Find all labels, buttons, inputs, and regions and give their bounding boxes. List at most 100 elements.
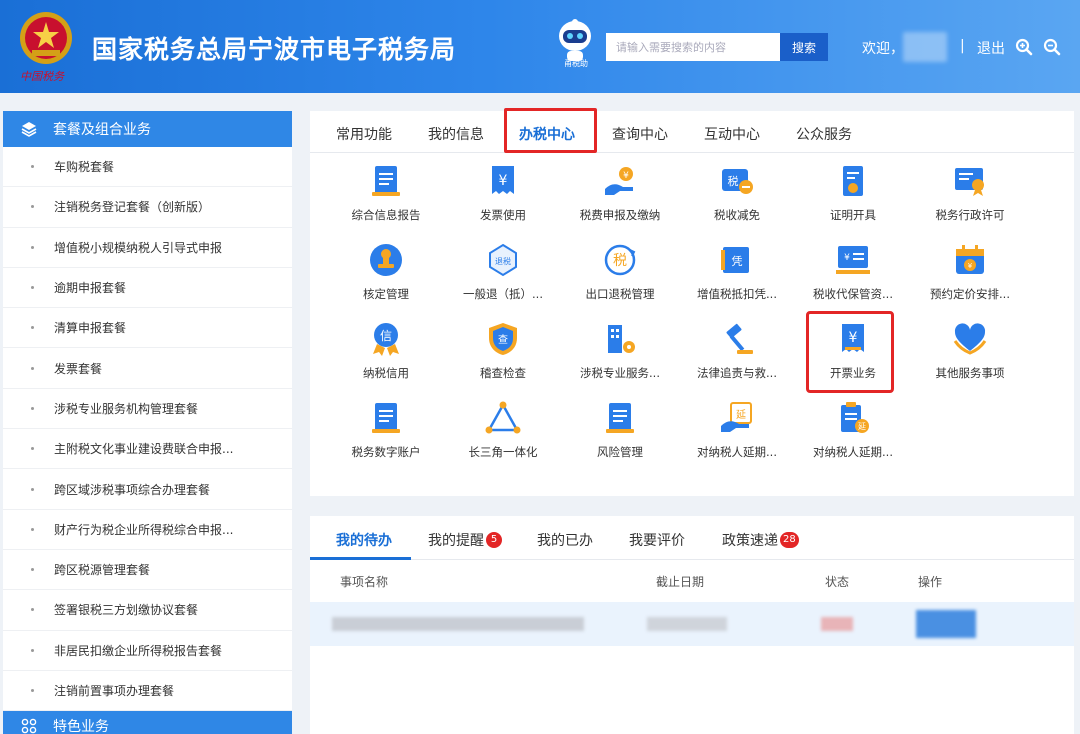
service-item[interactable]: 风险管理 bbox=[562, 400, 678, 474]
sidebar-header-label: 套餐及组合业务 bbox=[53, 122, 151, 138]
sidebar-item[interactable]: 清算申报套餐 bbox=[3, 308, 292, 349]
sidebar-item-label: 注销税务登记套餐（创新版） bbox=[54, 200, 211, 215]
welcome-text: 欢迎， bbox=[862, 41, 904, 57]
svg-text:税: 税 bbox=[613, 253, 627, 269]
zoom-out-icon[interactable] bbox=[1043, 38, 1061, 56]
sidebar-item-label: 财产行为税企业所得税综合申报... bbox=[54, 522, 234, 537]
todo-tab-pending[interactable]: 我的待办 bbox=[336, 530, 392, 550]
sidebar-header-special[interactable]: 特色业务 bbox=[3, 711, 292, 734]
todo-tab-evaluate[interactable]: 我要评价 bbox=[629, 530, 685, 550]
header-separator: | bbox=[960, 38, 965, 54]
sidebar-item[interactable]: 增值税小规模纳税人引导式申报 bbox=[3, 228, 292, 268]
search-button[interactable]: 搜索 bbox=[780, 33, 828, 61]
zoom-in-icon[interactable] bbox=[1015, 38, 1033, 56]
emblem-caption: 中国税务 bbox=[20, 70, 64, 83]
admin-license-icon bbox=[955, 168, 984, 196]
policy-count-badge: 28 bbox=[780, 532, 799, 548]
robot-label: 甬税助 bbox=[564, 59, 588, 68]
sidebar-item[interactable]: 逾期申报套餐 bbox=[3, 268, 292, 309]
column-status: 状态 bbox=[825, 575, 850, 589]
todo-panel: 我的待办 我的提醒 5 我的已办 我要评价 政策速递 28 事项名称 截止日期 状态… bbox=[310, 516, 1074, 734]
service-item[interactable]: 核定管理 bbox=[328, 242, 444, 316]
service-item[interactable]: 信纳税信用 bbox=[328, 321, 444, 395]
service-item[interactable]: 综合信息报告 bbox=[328, 163, 444, 237]
service-item[interactable]: 证明开具 bbox=[795, 163, 911, 237]
sidebar-item[interactable]: 非居民扣缴企业所得税报告套餐 bbox=[3, 631, 292, 671]
service-item[interactable]: 税出口退税管理 bbox=[562, 242, 678, 316]
sidebar-item[interactable]: 跨区税源管理套餐 bbox=[3, 550, 292, 591]
service-item[interactable]: 延对纳税人延期... bbox=[679, 400, 795, 474]
sidebar-header-package[interactable]: 套餐及组合业务 bbox=[3, 111, 292, 147]
service-item[interactable]: 凭增值税抵扣凭... bbox=[679, 242, 795, 316]
tab-query-center[interactable]: 查询中心 bbox=[612, 124, 668, 144]
tab-public-service[interactable]: 公众服务 bbox=[796, 124, 852, 144]
item-name-blurred bbox=[332, 617, 584, 631]
tab-common[interactable]: 常用功能 bbox=[336, 124, 392, 144]
service-item[interactable]: 长三角一体化 bbox=[445, 400, 561, 474]
todo-tab-reminders[interactable]: 我的提醒 5 bbox=[428, 530, 502, 550]
assessment-stamp-icon bbox=[370, 244, 402, 276]
tax-center-highlight-box bbox=[504, 108, 597, 153]
todo-tab-label: 我的提醒 bbox=[428, 533, 484, 549]
service-item[interactable]: ¥ 税费申报及缴纳 bbox=[562, 163, 678, 237]
taxpayer-extension-hand-icon: 延 bbox=[721, 402, 752, 432]
sidebar-item[interactable]: 主附税文化事业建设费联合申报... bbox=[3, 429, 292, 470]
service-item-label: 对纳税人延期... bbox=[813, 445, 893, 459]
bullet-dot-icon bbox=[31, 366, 34, 370]
logout-link[interactable]: 退出 bbox=[977, 38, 1005, 58]
svg-text:¥: ¥ bbox=[623, 171, 629, 181]
sidebar-item[interactable]: 涉税专业服务机构管理套餐 bbox=[3, 389, 292, 430]
service-panel: 常用功能 我的信息 办税中心 查询中心 互动中心 公众服务 综合信息报告 ¥ 发票使… bbox=[310, 108, 1074, 496]
sidebar-item-label: 注销前置事项办理套餐 bbox=[54, 684, 175, 698]
service-item[interactable]: 延对纳税人延期... bbox=[795, 400, 911, 474]
bullet-dot-icon bbox=[31, 689, 34, 692]
service-item[interactable]: 涉税专业服务... bbox=[562, 321, 678, 395]
vat-deduction-voucher-icon: 凭 bbox=[721, 247, 749, 273]
sidebar-item[interactable]: 发票套餐 bbox=[3, 348, 292, 389]
todo-tab-label: 我要评价 bbox=[629, 533, 685, 549]
service-item[interactable]: ¥ 税收代保管资... bbox=[795, 242, 911, 316]
sidebar-item[interactable]: 签署银税三方划缴协议套餐 bbox=[3, 590, 292, 631]
sidebar-item-label: 跨区域涉税事项综合办理套餐 bbox=[54, 482, 211, 497]
service-item[interactable]: 法律追责与救... bbox=[679, 321, 795, 395]
search-input[interactable] bbox=[606, 33, 780, 61]
todo-tab-done[interactable]: 我的已办 bbox=[537, 530, 593, 550]
service-item-label: 税费申报及缴纳 bbox=[579, 208, 661, 222]
service-item[interactable]: 税税收减免 bbox=[679, 163, 795, 237]
tab-my-info[interactable]: 我的信息 bbox=[428, 124, 484, 144]
sidebar-item[interactable]: 注销前置事项办理套餐 bbox=[3, 671, 292, 712]
svg-text:凭: 凭 bbox=[732, 254, 743, 268]
service-item-label: 核定管理 bbox=[363, 287, 409, 301]
sidebar-item-label: 主附税文化事业建设费联合申报... bbox=[54, 442, 234, 457]
tax-emblem-icon bbox=[20, 12, 72, 64]
export-refund-icon: 税 bbox=[604, 244, 636, 276]
sidebar-item[interactable]: 车购税套餐 bbox=[3, 147, 292, 188]
header-bar: 中国税务 国家税务总局宁波市电子税务局 甬税助 搜索 欢迎， | 退出 bbox=[0, 0, 1080, 93]
column-actions: 操作 bbox=[918, 575, 943, 589]
column-item-name: 事项名称 bbox=[340, 575, 389, 589]
svg-text:查: 查 bbox=[498, 333, 508, 346]
sidebar-item[interactable]: 财产行为税企业所得税综合申报... bbox=[3, 510, 292, 550]
svg-text:延: 延 bbox=[858, 421, 866, 431]
report-document-icon bbox=[372, 166, 400, 196]
sidebar-list: 车购税套餐注销税务登记套餐（创新版） 增值税小规模纳税人引导式申报 逾期申报套餐 清算… bbox=[3, 147, 292, 712]
service-item[interactable]: 税务行政许可 bbox=[912, 163, 1028, 237]
reminder-count-badge: 5 bbox=[486, 532, 502, 548]
table-row[interactable] bbox=[310, 602, 1074, 646]
service-item[interactable]: 退税 一般退（抵）... bbox=[445, 242, 561, 316]
service-item[interactable]: 其他服务事项 bbox=[912, 321, 1028, 395]
todo-tab-policy[interactable]: 政策速递 28 bbox=[722, 530, 799, 550]
sidebar-item[interactable]: 注销税务登记套餐（创新版） bbox=[3, 187, 292, 228]
sidebar-footer-label: 特色业务 bbox=[53, 719, 109, 734]
invoice-service-highlight-box bbox=[806, 311, 894, 393]
service-item[interactable]: 税务数字账户 bbox=[328, 400, 444, 474]
certificate-issue-icon bbox=[843, 166, 863, 196]
sidebar-item[interactable]: 跨区域涉税事项综合办理套餐 bbox=[3, 469, 292, 510]
sidebar-item-label: 涉税专业服务机构管理套餐 bbox=[54, 401, 199, 416]
service-item[interactable]: 查稽查检查 bbox=[445, 321, 561, 395]
service-item-label: 证明开具 bbox=[830, 208, 876, 222]
tab-interaction-center[interactable]: 互动中心 bbox=[704, 124, 760, 144]
service-item[interactable]: ¥ 发票使用 bbox=[445, 163, 561, 237]
action-button-blurred[interactable] bbox=[916, 610, 976, 638]
service-item[interactable]: ¥ 预约定价安排... bbox=[912, 242, 1028, 316]
